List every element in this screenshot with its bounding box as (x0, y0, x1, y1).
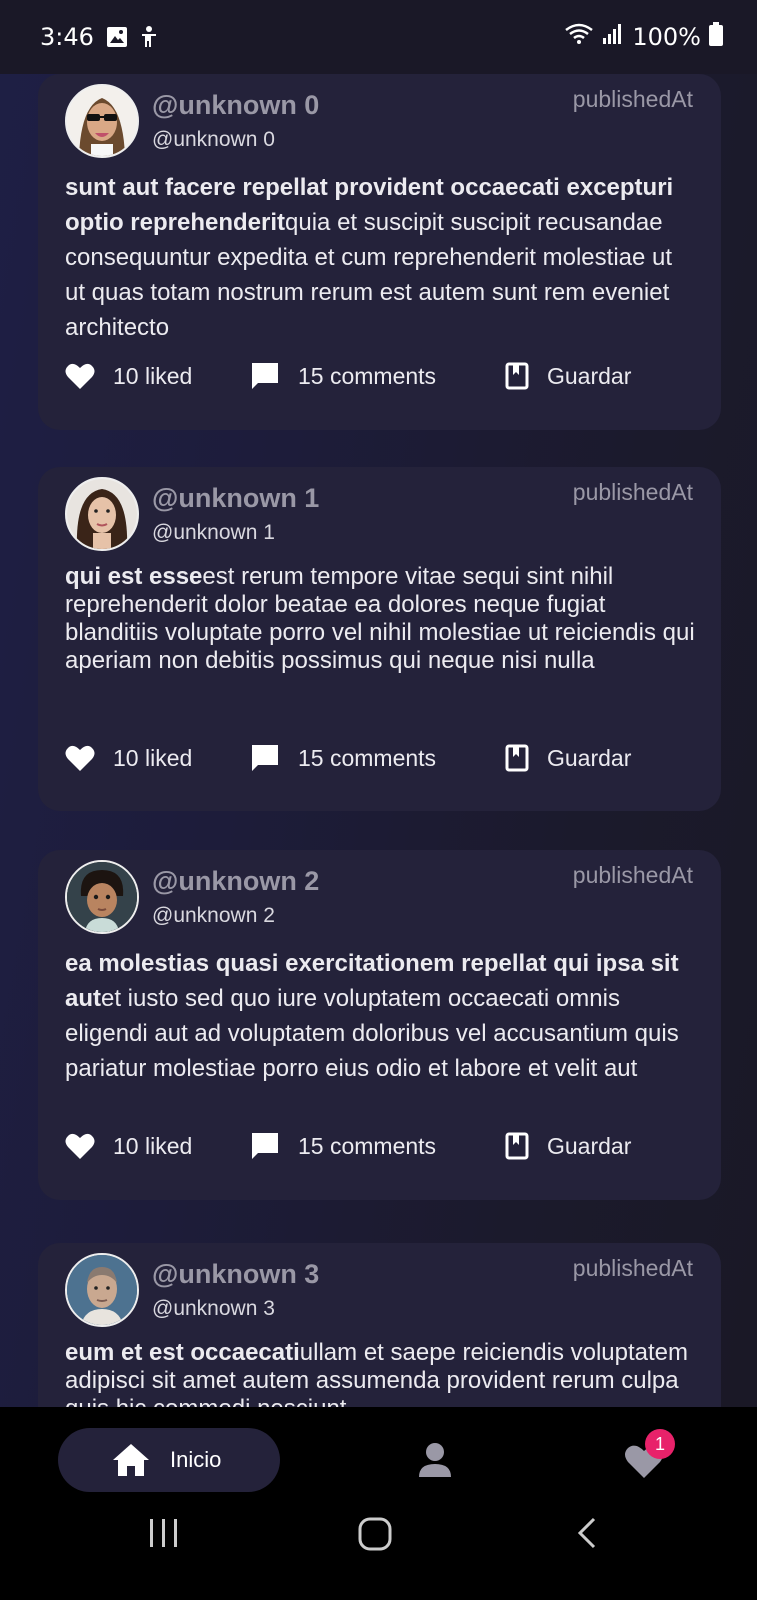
home-circle-icon (358, 1517, 392, 1551)
image-icon (106, 26, 128, 48)
status-bar: 3:46 100% (0, 0, 757, 74)
like-button[interactable]: 10 liked (65, 1132, 250, 1160)
system-navigation-bar (0, 1517, 757, 1587)
save-button[interactable]: Guardar (505, 362, 631, 390)
heart-icon (65, 745, 95, 771)
save-label: Guardar (547, 362, 632, 389)
back-chevron-icon (577, 1517, 596, 1549)
heart-icon (65, 1133, 95, 1159)
save-button[interactable]: Guardar (505, 1132, 631, 1160)
like-count: 10 liked (113, 362, 193, 389)
post-author-handle: @unknown 0 (152, 128, 275, 151)
home-system-button[interactable] (358, 1517, 392, 1556)
post-card[interactable]: @unknown 1 @unknown 1 publishedAt qui es… (38, 467, 721, 811)
avatar[interactable] (65, 84, 139, 158)
post-published-at: publishedAt (572, 86, 693, 112)
bookmark-book-icon (505, 362, 529, 390)
recent-apps-icon (150, 1519, 177, 1547)
avatar[interactable] (65, 1253, 139, 1327)
post-feed[interactable]: @unknown 0 @unknown 0 publishedAt sunt a… (0, 74, 757, 1407)
accessibility-icon (138, 25, 160, 49)
comment-button[interactable]: 15 comments (250, 1131, 505, 1161)
post-published-at: publishedAt (572, 479, 693, 505)
comment-icon (252, 1133, 278, 1159)
comment-count: 15 comments (298, 362, 437, 389)
avatar[interactable] (65, 477, 139, 551)
post-author-name: @unknown 0 (152, 90, 320, 120)
post-actions: 10 liked 15 comments Guardar (65, 1126, 697, 1166)
status-time: 3:46 (40, 23, 94, 51)
post-published-at: publishedAt (572, 1255, 693, 1281)
home-icon (113, 1444, 149, 1476)
person-icon (419, 1443, 451, 1477)
post-text: et iusto sed quo iure voluptatem occaeca… (65, 985, 679, 1082)
like-count: 10 liked (113, 744, 193, 771)
like-button[interactable]: 10 liked (65, 362, 250, 390)
like-button[interactable]: 10 liked (65, 744, 250, 772)
save-button[interactable]: Guardar (505, 744, 631, 772)
comment-button[interactable]: 15 comments (250, 743, 505, 773)
post-card[interactable]: @unknown 3 @unknown 3 publishedAt eum et… (38, 1243, 721, 1407)
post-author-name: @unknown 2 (152, 866, 320, 896)
favorites-badge: 1 (645, 1429, 675, 1459)
like-count: 10 liked (113, 1132, 193, 1159)
post-body: sunt aut facere repellat provident occae… (65, 170, 697, 345)
post-actions: 10 liked 15 comments Guardar (65, 738, 697, 778)
comment-icon (252, 745, 278, 771)
post-card[interactable]: @unknown 2 @unknown 2 publishedAt ea mol… (38, 850, 721, 1200)
nav-profile-button[interactable] (417, 1442, 453, 1483)
bottom-navigation: Inicio 1 (0, 1407, 757, 1600)
post-body: eum et est occaecatiullam et saepe reici… (65, 1339, 697, 1407)
save-label: Guardar (547, 1132, 632, 1159)
post-author-handle: @unknown 1 (152, 521, 275, 544)
post-body: qui est esseest rerum tempore vitae sequ… (65, 563, 697, 675)
nav-home-label: Inicio (170, 1447, 222, 1472)
post-body: ea molestias quasi exercitationem repell… (65, 946, 697, 1086)
nav-home-button[interactable]: Inicio (58, 1428, 280, 1492)
post-author-name: @unknown 3 (152, 1259, 320, 1289)
comment-count: 15 comments (298, 744, 437, 771)
save-label: Guardar (547, 744, 632, 771)
avatar[interactable] (65, 860, 139, 934)
comment-count: 15 comments (298, 1132, 437, 1159)
post-actions: 10 liked 15 comments Guardar (65, 356, 697, 396)
wifi-icon (564, 22, 594, 52)
bookmark-book-icon (505, 1132, 529, 1160)
post-title: eum et est occaecati (65, 1339, 300, 1366)
bookmark-book-icon (505, 744, 529, 772)
comment-icon (252, 363, 278, 389)
back-button[interactable] (576, 1517, 598, 1554)
post-card[interactable]: @unknown 0 @unknown 0 publishedAt sunt a… (38, 74, 721, 430)
battery-icon (709, 22, 723, 52)
post-author-handle: @unknown 2 (152, 904, 275, 927)
recent-apps-button[interactable] (148, 1517, 180, 1554)
post-published-at: publishedAt (572, 862, 693, 888)
heart-icon (65, 363, 95, 389)
post-author-handle: @unknown 3 (152, 1297, 275, 1320)
battery-text: 100% (632, 23, 701, 51)
comment-button[interactable]: 15 comments (250, 361, 505, 391)
post-title: qui est esse (65, 563, 203, 590)
signal-icon (602, 23, 624, 51)
post-author-name: @unknown 1 (152, 483, 320, 513)
